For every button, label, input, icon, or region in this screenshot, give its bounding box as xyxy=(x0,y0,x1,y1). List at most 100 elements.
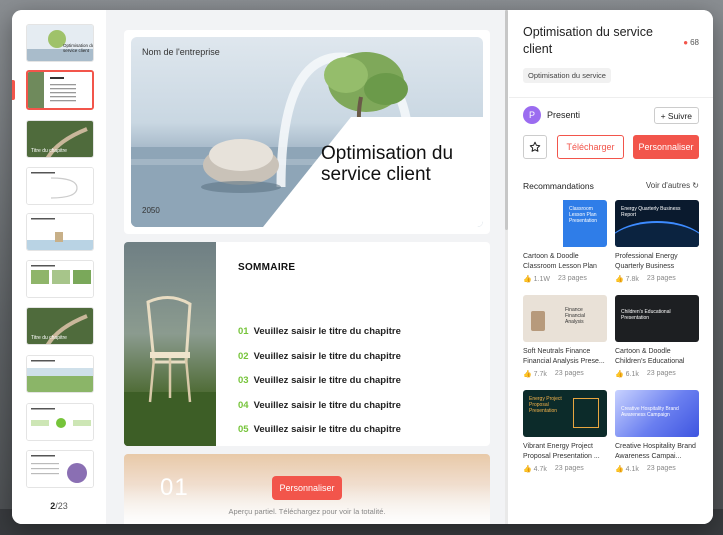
recommendation-thumbnail[interactable]: Classroom Lesson Plan Presentation xyxy=(523,200,607,247)
thumbnail-6-art xyxy=(27,261,93,297)
slide-thumbnail-7[interactable]: Titre du chapitre xyxy=(26,307,94,345)
recommendation-title[interactable]: Soft Neutrals Finance Financial Analysis… xyxy=(523,347,607,367)
plus-icon: + xyxy=(660,110,668,121)
slide-2-preview: SOMMAIRE 01 Veuillez saisir le titre du c… xyxy=(124,242,490,446)
views-count: 👍 1.1W xyxy=(523,276,551,283)
views-value: 4.7k xyxy=(533,466,547,473)
agenda-item-text: Veuillez saisir le titre du chapitre xyxy=(253,399,401,411)
views-value: 6.1k xyxy=(625,371,639,378)
thumbnail-7-art: Titre du chapitre xyxy=(27,308,93,344)
agenda-item: 02 Veuillez saisir le titre du chapitre xyxy=(238,345,401,370)
follow-label: Suivre xyxy=(667,110,692,121)
svg-text:Titre du chapitre: Titre du chapitre xyxy=(31,335,67,341)
slide-1-title: Optimisation du service client xyxy=(321,143,454,185)
recommendation-thumbnail[interactable]: Energy Quarterly Business Report xyxy=(615,200,699,247)
agenda-item-number: 04 xyxy=(238,399,249,411)
recommendations-heading: Recommandations xyxy=(523,181,594,191)
slide-2-title: SOMMAIRE xyxy=(238,262,296,273)
favorite-button[interactable] xyxy=(523,135,547,159)
preview-scrollbar[interactable] xyxy=(505,10,508,524)
views-count: 👍 4.1k xyxy=(615,466,639,473)
recommendation-thumbnail[interactable]: Children's Educational Presentation xyxy=(615,295,699,342)
recommendation-meta: 👍 6.1k 23 pages xyxy=(615,370,699,378)
slide-thumbnail-5[interactable] xyxy=(26,213,94,251)
recommendation-title[interactable]: Cartoon & Doodle Children's Educational … xyxy=(615,347,699,367)
recommendation-meta: 👍 4.7k 23 pages xyxy=(523,465,607,473)
star-icon xyxy=(529,141,541,152)
agenda-item-text: Veuillez saisir le titre du chapitre xyxy=(253,350,401,362)
slide-pager: 2/23 xyxy=(12,501,106,511)
follow-button[interactable]: + Suivre xyxy=(653,107,699,124)
views-count: 👍 4.7k xyxy=(523,466,547,473)
thumbnail-4-art xyxy=(27,168,93,204)
slide-thumbnail-1[interactable]: Optimisation du service client xyxy=(26,24,94,62)
recommendation-title[interactable]: Vibrant Energy Project Proposal Presenta… xyxy=(523,442,607,462)
avatar[interactable]: P xyxy=(523,106,541,124)
customize-preview-button[interactable]: Personnaliser xyxy=(272,476,342,500)
recommendation-title[interactable]: Creative Hospitality Brand Awareness Cam… xyxy=(615,442,699,462)
author-name[interactable]: Presenti xyxy=(547,110,580,120)
recommendation-card[interactable]: Finance Financial Analysis Soft Neutrals… xyxy=(523,295,607,390)
recommendation-thumbnail[interactable]: Finance Financial Analysis xyxy=(523,295,607,342)
template-title: Optimisation du service client xyxy=(523,25,653,56)
pages-count: 23 pages xyxy=(646,275,676,282)
recommendation-thumbnail[interactable]: Creative Hospitality Brand Awareness Cam… xyxy=(615,390,699,437)
slide-thumbnail-3[interactable]: Titre du chapitre xyxy=(26,120,94,158)
slide-preview-area[interactable]: Nom de l'entreprise Optimisation du serv… xyxy=(106,10,508,524)
thumbnail-2-art xyxy=(28,72,92,108)
thumbnail-caption: Energy Quarterly Business Report xyxy=(621,206,681,218)
views-value: 7.8k xyxy=(625,276,639,283)
customize-button[interactable]: Personnaliser xyxy=(633,135,699,159)
agenda-item-number: 01 xyxy=(238,326,249,337)
agenda-list: 01 Veuillez saisir le titre du chapitre 0… xyxy=(238,320,401,443)
slide-thumbnail-6[interactable] xyxy=(26,260,94,298)
thumbnail-9-art xyxy=(27,404,93,440)
thumbnail-caption: Children's Educational Presentation xyxy=(621,309,671,321)
thumbnail-caption: Finance Financial Analysis xyxy=(565,307,586,325)
thumbnail-caption: Classroom Lesson Plan Presentation xyxy=(569,206,598,224)
popularity-count: ● 68 xyxy=(683,38,699,47)
agenda-item-number: 05 xyxy=(238,424,249,435)
recommendation-card[interactable]: Children's Educational Presentation Cart… xyxy=(615,295,699,390)
recommendation-card[interactable]: Energy Project Proposal Presentation Vib… xyxy=(523,390,607,485)
download-button[interactable]: Télécharger xyxy=(557,135,624,159)
pages-count: 23 pages xyxy=(558,275,587,282)
slide-thumbnail-4[interactable] xyxy=(26,167,94,205)
slide-thumbnail-2[interactable] xyxy=(26,70,94,110)
slide-thumbnail-list[interactable]: Optimisation du service client Titre du … xyxy=(12,10,106,524)
slide-1-preview: Nom de l'entreprise Optimisation du serv… xyxy=(124,30,490,234)
svg-text:service client: service client xyxy=(63,48,90,53)
recommendation-title[interactable]: Cartoon & Doodle Classroom Lesson Plan P… xyxy=(523,252,607,272)
recommendation-card[interactable]: Creative Hospitality Brand Awareness Cam… xyxy=(615,390,699,485)
agenda-item-text: Veuillez saisir le titre du chapitre xyxy=(253,424,401,435)
recommendation-meta: 👍 7.8k 23 pages xyxy=(615,275,699,283)
thumbnail-caption: Energy Project Proposal Presentation xyxy=(529,396,562,414)
recommendation-title[interactable]: Professional Energy Quarterly Business R… xyxy=(615,252,699,272)
fire-icon: ● xyxy=(683,38,689,47)
scrollbar-thumb[interactable] xyxy=(505,10,508,230)
recommendation-card[interactable]: Classroom Lesson Plan Presentation Carto… xyxy=(523,200,607,295)
slide-thumbnail-9[interactable] xyxy=(26,403,94,441)
see-more-link[interactable]: Voir d'autres ↻ xyxy=(646,181,699,190)
pages-count: 23 pages xyxy=(646,370,676,377)
agenda-item-number: 03 xyxy=(238,375,249,386)
see-more-label: Voir d'autres xyxy=(645,181,691,190)
recommendation-thumbnail[interactable]: Energy Project Proposal Presentation xyxy=(523,390,607,437)
chair-photo xyxy=(124,296,216,446)
recommendation-card[interactable]: Energy Quarterly Business Report Profess… xyxy=(615,200,699,295)
thumbnail-5-art xyxy=(27,214,93,250)
slide-1-year: 2050 xyxy=(142,206,160,215)
agenda-item: 04 Veuillez saisir le titre du chapitre xyxy=(238,394,401,419)
thumbnail-1-art: Optimisation du service client xyxy=(27,25,93,61)
agenda-item-number: 02 xyxy=(238,350,249,362)
pages-count: 23 pages xyxy=(554,370,584,377)
thumbnail-caption: Creative Hospitality Brand Awareness Cam… xyxy=(621,406,679,418)
category-tag[interactable]: Optimisation du service xyxy=(523,68,611,83)
slide-thumbnail-8[interactable] xyxy=(26,355,94,393)
views-value: 1.1W xyxy=(533,276,551,283)
panel-divider xyxy=(509,97,713,98)
partial-preview-note: Aperçu partiel. Téléchargez pour voir la… xyxy=(228,507,386,516)
recommendation-meta: 👍 7.7k 23 pages xyxy=(523,370,607,378)
author-info[interactable]: P Presenti xyxy=(523,106,580,124)
slide-thumbnail-10[interactable] xyxy=(26,450,94,488)
